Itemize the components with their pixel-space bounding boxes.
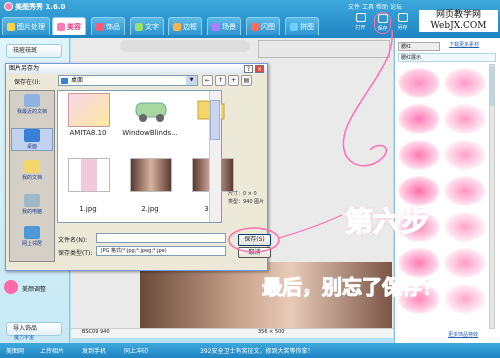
step-annotation: 第六步 — [344, 204, 430, 239]
final-annotation: 最后，别忘了保存！ — [262, 275, 443, 300]
annotation-arrows — [228, 29, 393, 253]
